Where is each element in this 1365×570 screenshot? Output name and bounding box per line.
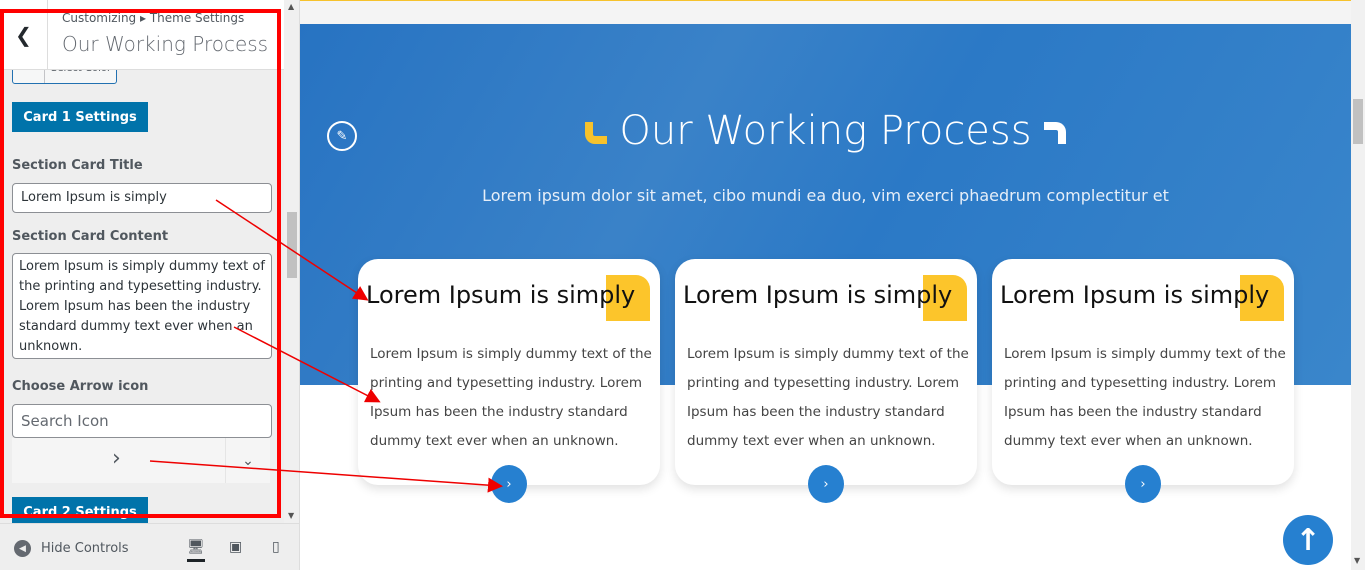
card-arrow-button[interactable]: › — [1125, 465, 1161, 503]
section-header: ❮ Customizing ▸ Theme Settings Our Worki… — [0, 0, 284, 70]
tablet-icon[interactable]: ▣ — [229, 539, 242, 555]
card-content-label: Section Card Content — [12, 229, 169, 244]
scroll-to-top-button[interactable]: ↑ — [1283, 515, 1333, 565]
scroll-up-icon[interactable]: ▲ — [288, 2, 294, 11]
section-heading-text: Our Working Process — [619, 108, 1032, 154]
collapse-icon: ◀ — [14, 540, 31, 557]
customizer-controls: Select Color ❮ Customizing ▸ Theme Setti… — [0, 0, 299, 523]
section-subtitle: Lorem ipsum dolor sit amet, cibo mundi e… — [482, 186, 1169, 205]
sidebar-scrollbar[interactable]: ▲ ▼ — [284, 0, 299, 523]
process-card: Lorem Ipsum is simply Lorem Ipsum is sim… — [675, 259, 977, 503]
card-title-label: Section Card Title — [12, 158, 143, 173]
chevron-down-icon[interactable]: ⌄ — [225, 438, 270, 483]
preview-scrollbar[interactable]: ▼ — [1351, 0, 1365, 570]
card-arrow-button[interactable]: › — [491, 465, 527, 503]
chevron-right-icon: › — [112, 446, 121, 471]
hide-controls-button[interactable]: ◀ Hide Controls — [14, 540, 129, 557]
scrollbar-thumb[interactable] — [287, 212, 297, 278]
preview-top-bar — [300, 0, 1351, 24]
chevron-left-icon: ❮ — [15, 23, 32, 47]
hide-controls-label: Hide Controls — [41, 541, 129, 556]
icon-search-input[interactable]: Search Icon — [12, 404, 272, 438]
customizer-sidebar: Select Color ❮ Customizing ▸ Theme Setti… — [0, 0, 300, 570]
icon-picker[interactable]: › ⌄ — [12, 438, 270, 483]
card-content: Lorem Ipsum is simply dummy text of the … — [687, 346, 969, 449]
card-content: Lorem Ipsum is simply dummy text of the … — [370, 346, 652, 449]
section-title: Our Working Process — [62, 32, 269, 56]
pipe-right-icon — [1043, 122, 1066, 144]
section-heading: Our Working Process — [300, 108, 1351, 154]
card-title: Lorem Ipsum is simply — [683, 281, 953, 309]
desktop-icon[interactable]: 🖥 — [187, 539, 205, 562]
card-arrow-button[interactable]: › — [808, 465, 844, 503]
arrow-up-icon: ↑ — [1295, 522, 1321, 558]
arrow-icon-label: Choose Arrow icon — [12, 379, 149, 394]
chevron-right-icon: › — [506, 476, 512, 492]
customizer-footer: ◀ Hide Controls 🖥 ▣ ▯ — [0, 523, 299, 570]
breadcrumb: Customizing ▸ Theme Settings — [62, 11, 245, 25]
card-title-input[interactable]: Lorem Ipsum is simply — [12, 183, 272, 213]
chevron-right-icon: › — [823, 476, 829, 492]
scrollbar-thumb[interactable] — [1353, 99, 1363, 144]
card-2-settings-button[interactable]: Card 2 Settings — [12, 497, 148, 523]
scroll-down-icon[interactable]: ▼ — [1354, 556, 1360, 565]
back-button[interactable]: ❮ — [0, 0, 48, 70]
pipe-left-icon — [585, 122, 608, 144]
site-preview: ✎ Our Working Process Lorem ipsum dolor … — [300, 0, 1351, 570]
process-card: Lorem Ipsum is simply Lorem Ipsum is sim… — [992, 259, 1294, 503]
chevron-right-icon: › — [1140, 476, 1146, 492]
card-title: Lorem Ipsum is simply — [366, 281, 636, 309]
card-title: Lorem Ipsum is simply — [1000, 281, 1270, 309]
card-content-textarea[interactable]: Lorem Ipsum is simply dummy text of the … — [12, 253, 272, 359]
card-content: Lorem Ipsum is simply dummy text of the … — [1004, 346, 1286, 449]
mobile-icon[interactable]: ▯ — [272, 539, 280, 555]
card-1-settings-button[interactable]: Card 1 Settings — [12, 102, 148, 132]
scroll-down-icon[interactable]: ▼ — [288, 511, 294, 520]
process-card: Lorem Ipsum is simply Lorem Ipsum is sim… — [358, 259, 660, 503]
